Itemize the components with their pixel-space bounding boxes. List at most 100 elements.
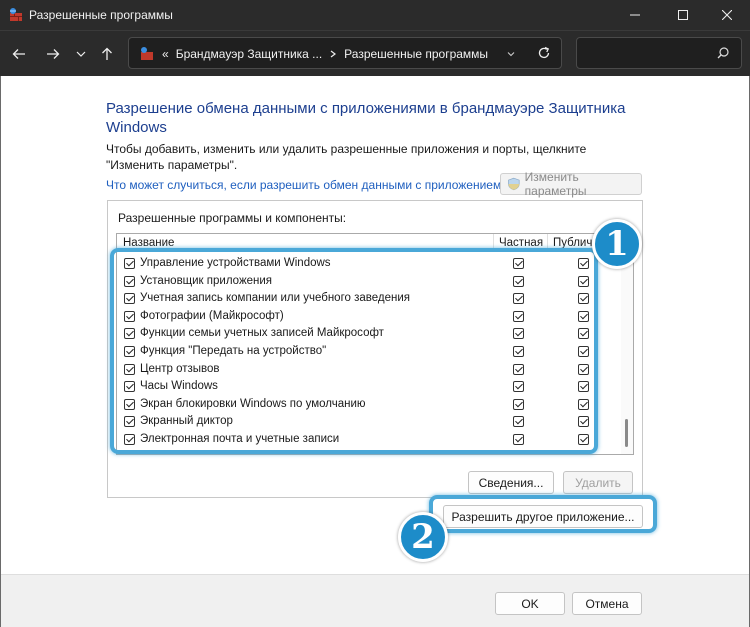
row-public-checkbox[interactable]	[578, 293, 589, 305]
column-header-name[interactable]: Название	[123, 237, 174, 249]
row-private-checkbox[interactable]	[513, 310, 524, 322]
cancel-button[interactable]: Отмена	[572, 592, 642, 615]
row-enabled-checkbox[interactable]	[124, 328, 135, 340]
row-enabled-checkbox[interactable]	[124, 293, 135, 305]
search-box[interactable]	[576, 37, 742, 69]
row-enabled-checkbox[interactable]	[124, 363, 135, 375]
row-public-checkbox[interactable]	[578, 381, 589, 393]
forward-button[interactable]	[42, 43, 64, 65]
navigation-toolbar: « Брандмауэр Защитника ... Разрешенные п…	[0, 30, 750, 76]
row-enabled-checkbox[interactable]	[124, 275, 135, 287]
address-bar[interactable]: « Брандмауэр Защитника ... Разрешенные п…	[128, 37, 562, 69]
dialog-footer: OK Отмена	[1, 574, 749, 627]
details-button[interactable]: Сведения...	[468, 471, 554, 494]
table-row[interactable]: Фотографии (Майкрософт)	[117, 308, 621, 326]
arrow-right-icon	[47, 49, 60, 59]
refresh-button[interactable]	[537, 46, 551, 63]
table-row[interactable]: Функции семьи учетных записей Майкрософт	[117, 325, 621, 343]
row-app-name: Электронная почта и учетные записи	[140, 432, 340, 445]
row-app-name: Управление устройствами Windows	[140, 257, 331, 269]
breadcrumb-item-firewall[interactable]: Брандмауэр Защитника ...	[176, 47, 322, 61]
allowed-apps-list[interactable]: Название Частная Публичн Управление устр…	[116, 233, 634, 455]
row-enabled-checkbox[interactable]	[124, 345, 135, 357]
breadcrumb: « Брандмауэр Защитника ... Разрешенные п…	[139, 46, 488, 62]
table-row[interactable]: Центр отзывов	[117, 361, 621, 379]
chevron-right-icon	[330, 50, 337, 58]
row-app-name: Установщик приложения	[140, 274, 273, 287]
delete-button: Удалить	[563, 471, 633, 494]
row-app-name: Экран блокировки Windows по умолчанию	[140, 397, 366, 410]
row-enabled-checkbox[interactable]	[124, 310, 135, 322]
row-private-checkbox[interactable]	[513, 416, 524, 428]
column-divider[interactable]	[547, 234, 548, 252]
list-rows: Управление устройствами Windows Установщи…	[117, 255, 621, 449]
allow-another-app-button[interactable]: Разрешить другое приложение...	[443, 505, 643, 528]
recent-locations-button[interactable]	[70, 43, 92, 65]
table-row[interactable]: Установщик приложения	[117, 273, 621, 291]
row-private-checkbox[interactable]	[513, 275, 524, 287]
step-badge-2: 2	[398, 512, 448, 562]
maximize-button[interactable]	[660, 0, 706, 30]
table-row[interactable]: Экран блокировки Windows по умолчанию	[117, 396, 621, 414]
row-private-checkbox[interactable]	[513, 433, 524, 445]
column-header-private[interactable]: Частная	[499, 237, 543, 249]
row-public-checkbox[interactable]	[578, 258, 589, 269]
row-enabled-checkbox[interactable]	[124, 433, 135, 445]
uac-shield-icon	[508, 177, 520, 191]
allowed-apps-label: Разрешенные программы и компоненты:	[118, 211, 347, 225]
refresh-icon	[538, 46, 550, 59]
minimize-button[interactable]	[612, 0, 658, 30]
row-public-checkbox[interactable]	[578, 345, 589, 357]
search-input[interactable]	[583, 44, 713, 62]
row-app-name: Экранный диктор	[140, 415, 233, 428]
row-public-checkbox[interactable]	[578, 398, 589, 410]
arrow-left-icon	[12, 49, 25, 59]
row-app-name: Функция "Передать на устройство"	[140, 344, 327, 357]
row-enabled-checkbox[interactable]	[124, 416, 135, 428]
row-enabled-checkbox[interactable]	[124, 398, 135, 410]
close-button[interactable]	[704, 0, 750, 30]
column-divider[interactable]	[493, 234, 494, 252]
table-row[interactable]: Управление устройствами Windows	[117, 255, 621, 273]
address-dropdown-icon[interactable]	[507, 50, 515, 58]
back-button[interactable]	[8, 43, 30, 65]
table-row[interactable]: Учетная запись компании или учебного зав…	[117, 290, 621, 308]
row-public-checkbox[interactable]	[578, 433, 589, 445]
row-private-checkbox[interactable]	[513, 258, 524, 269]
row-private-checkbox[interactable]	[513, 381, 524, 393]
row-public-checkbox[interactable]	[578, 328, 589, 340]
table-row[interactable]: Электронная почта и учетные записи	[117, 431, 621, 449]
firewall-location-icon	[141, 47, 153, 60]
row-public-checkbox[interactable]	[578, 416, 589, 428]
search-icon	[717, 47, 729, 62]
row-private-checkbox[interactable]	[513, 398, 524, 410]
breadcrumb-overflow[interactable]: «	[162, 47, 169, 61]
row-app-name: Часы Windows	[140, 380, 218, 393]
list-header: Название Частная Публичн	[117, 234, 621, 252]
row-public-checkbox[interactable]	[578, 275, 589, 287]
ok-button[interactable]: OK	[495, 592, 565, 615]
scrollbar-thumb[interactable]	[625, 419, 628, 447]
change-settings-label: Изменить параметры	[524, 170, 587, 198]
row-private-checkbox[interactable]	[513, 363, 524, 375]
row-app-name: Учетная запись компании или учебного зав…	[140, 292, 411, 305]
row-public-checkbox[interactable]	[578, 363, 589, 375]
row-enabled-checkbox[interactable]	[124, 381, 135, 393]
maximize-icon	[678, 10, 688, 20]
row-enabled-checkbox[interactable]	[124, 258, 135, 269]
row-private-checkbox[interactable]	[513, 328, 524, 340]
table-row[interactable]: Функция "Передать на устройство"	[117, 343, 621, 361]
row-private-checkbox[interactable]	[513, 345, 524, 357]
row-public-checkbox[interactable]	[578, 310, 589, 322]
table-row[interactable]: Часы Windows	[117, 378, 621, 396]
page-title: Разрешение обмена данными с приложениями…	[106, 100, 626, 136]
title-bar: Разрешенные программы	[0, 0, 750, 30]
step-badge-1: 1	[592, 219, 642, 269]
row-private-checkbox[interactable]	[513, 293, 524, 305]
up-button[interactable]	[96, 43, 118, 65]
table-row[interactable]: Экранный диктор	[117, 413, 621, 431]
content-area: Разрешение обмена данными с приложениями…	[0, 76, 750, 627]
breadcrumb-item-allowed-programs[interactable]: Разрешенные программы	[344, 47, 488, 61]
risk-info-link[interactable]: Что может случиться, если разрешить обме…	[106, 178, 508, 192]
firewall-app-icon	[8, 7, 24, 26]
